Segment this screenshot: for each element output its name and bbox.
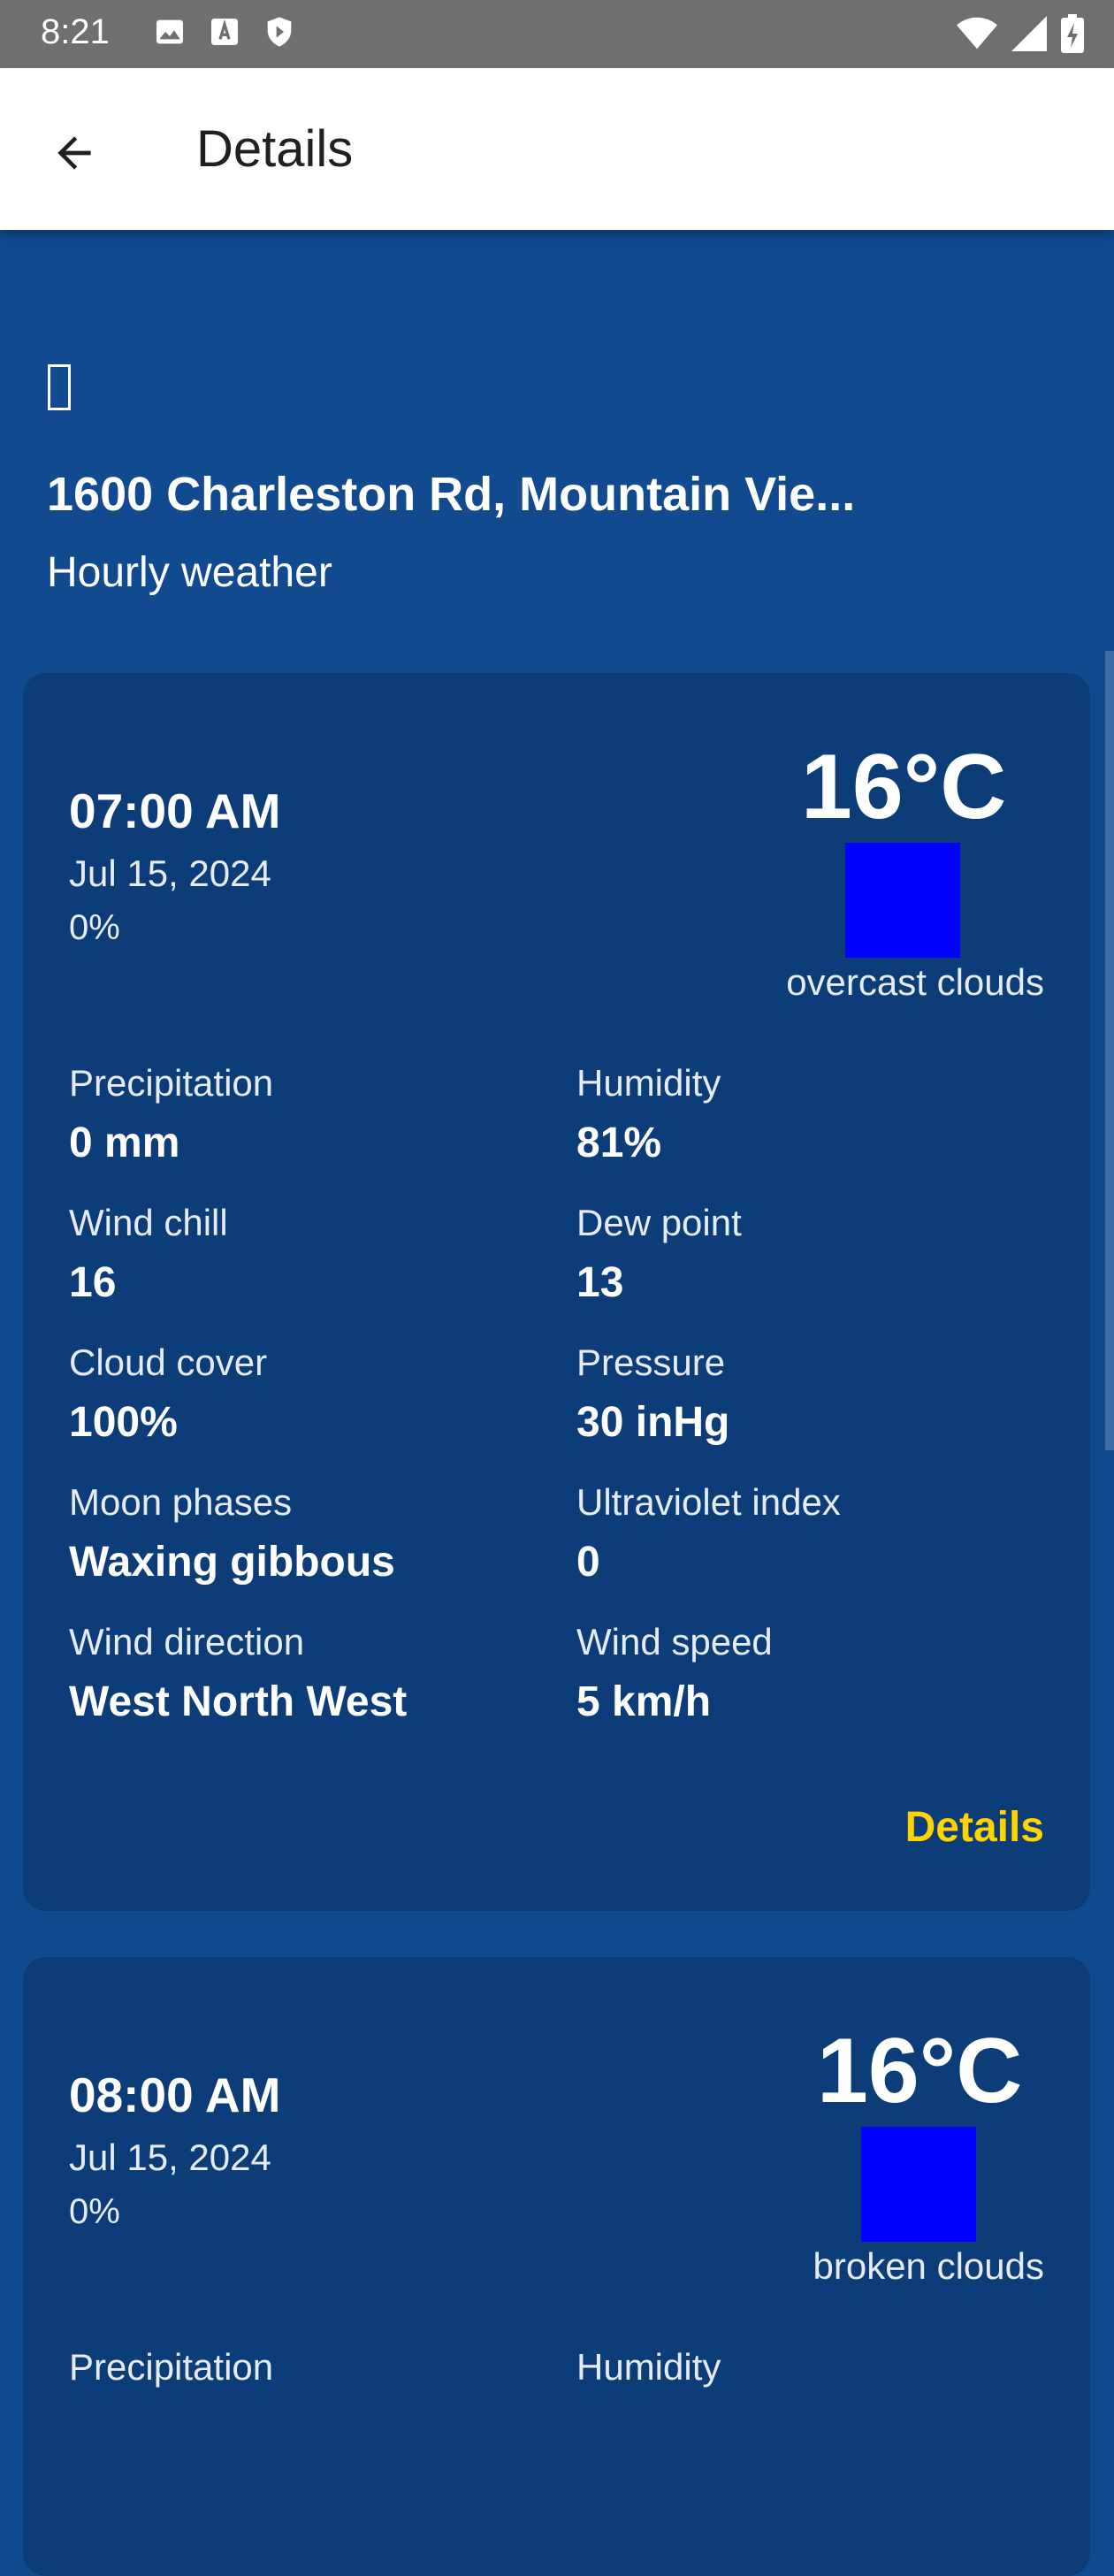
metric-label-humidity: Humidity [576,1062,721,1104]
metric-value-wind-chill: 16 [69,1259,117,1306]
forecast-date: Jul 15, 2024 [69,852,271,894]
metric-value-wind-direction: West North West [69,1678,408,1725]
location-title: 1600 Charleston Rd, Mountain Vie... [47,468,856,521]
metric-value-dew-point: 13 [576,1259,624,1306]
weather-condition-icon [861,2127,976,2242]
metric-value-precipitation: 0 mm [69,1120,180,1166]
metric-value-moon-phases: Waxing gibbous [69,1539,395,1586]
metric-value-cloud-cover: 100% [69,1399,178,1446]
status-bar: 8:21 [0,0,1114,68]
forecast-time: 08:00 AM [69,2068,281,2122]
weather-condition: broken clouds [813,2245,1045,2287]
image-icon [156,19,183,44]
status-time: 8:21 [41,12,110,51]
signal-icon [1011,16,1047,51]
temperature: 16°C [801,736,1007,838]
battery-icon [1061,14,1084,53]
metric-value-pressure: 30 inHg [576,1399,730,1446]
metric-label-precipitation: Precipitation [69,2346,274,2388]
back-button[interactable] [35,114,113,192]
font-download-icon [211,19,238,45]
weather-condition-icon [845,843,960,958]
metric-label-moon-phases: Moon phases [69,1481,293,1523]
metric-value-humidity: 81% [576,1120,662,1166]
metric-label-precipitation: Precipitation [69,1062,274,1104]
precipitation-chance: 0% [69,2192,120,2231]
hourly-card: 08:00 AM Jul 15, 2024 0% 16°C broken clo… [23,1957,1090,2576]
weather-condition: overcast clouds [786,961,1044,1003]
metric-label-wind-chill: Wind chill [69,1202,228,1243]
app-bar: Details [0,68,1114,230]
metric-label-humidity: Humidity [576,2346,721,2388]
metric-label-dew-point: Dew point [576,1202,742,1243]
metric-label-wind-speed: Wind speed [576,1621,773,1663]
status-system-icons [957,14,1084,53]
metric-label-wind-direction: Wind direction [69,1621,305,1663]
temperature: 16°C [817,2020,1023,2122]
shield-play-icon [267,17,292,47]
missing-glyph-icon [48,364,71,410]
metric-value-uv-index: 0 [576,1539,600,1586]
page-title: Details [196,120,354,178]
precipitation-chance: 0% [69,908,120,947]
details-button[interactable]: Details [905,1803,1044,1852]
metric-label-cloud-cover: Cloud cover [69,1342,268,1383]
page-subtitle: Hourly weather [47,549,332,596]
arrow-left-icon [57,136,91,170]
scrollbar[interactable] [1105,651,1114,1450]
hourly-card: 07:00 AM Jul 15, 2024 0% 16°C overcast c… [23,673,1090,1911]
forecast-time: 07:00 AM [69,784,281,838]
metric-label-pressure: Pressure [576,1342,726,1383]
metric-value-wind-speed: 5 km/h [576,1678,712,1725]
forecast-date: Jul 15, 2024 [69,2136,271,2178]
metric-label-uv-index: Ultraviolet index [576,1481,841,1523]
status-notification-icons [152,14,297,50]
wifi-icon [957,17,997,50]
